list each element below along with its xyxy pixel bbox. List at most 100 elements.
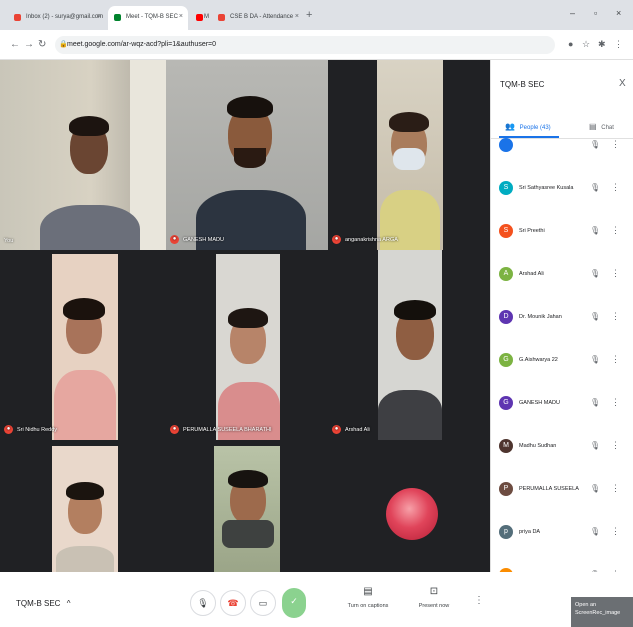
avatar: D [499, 310, 513, 324]
profile-icon[interactable]: ⋮ [614, 39, 623, 50]
more-options-icon[interactable]: ⋮ [611, 354, 620, 365]
participant-list-item[interactable]: p priya DA 🎙 ⋮ [491, 511, 633, 554]
extensions-icon[interactable]: ✱ [598, 39, 606, 50]
meeting-details-button[interactable]: TQM-B SEC ^ [16, 599, 70, 608]
close-tab-icon[interactable]: × [97, 13, 101, 20]
mic-off-icon[interactable]: 🎙 [590, 398, 600, 407]
participant-tile-8[interactable] [166, 440, 328, 572]
mic-off-icon: ● [4, 425, 13, 434]
participant-list-item[interactable]: P PERUMALLA SUSEELA 🎙 ⋮ [491, 468, 633, 511]
browser-tab-gmail[interactable]: Inbox (2) - surya@gmail.com × [8, 6, 106, 30]
docs-icon [218, 14, 225, 21]
mic-off-icon[interactable]: 🎙 [590, 570, 600, 572]
participant-name: priya DA [519, 529, 541, 535]
star-icon[interactable]: ☆ [582, 39, 590, 50]
avatar: M [499, 439, 513, 453]
participant-name-tag: You [4, 238, 14, 244]
participant-list-item[interactable]: S Sri Sathyasree Kusala 🎙 ⋮ [491, 167, 633, 210]
mic-off-icon[interactable]: 🎙 [590, 527, 600, 536]
participant-list-item[interactable]: G G.Aishwarya 22 🎙 ⋮ [491, 339, 633, 382]
close-panel-button[interactable]: X [619, 78, 626, 89]
browser-tab-meet[interactable]: Meet - TQM-B SEC × [108, 6, 188, 30]
raise-hand-button[interactable]: ✓ [282, 588, 306, 618]
leave-call-button[interactable]: ☎ [220, 590, 246, 616]
camera-icon[interactable]: ● [568, 39, 573, 49]
mic-off-icon: ● [332, 235, 341, 244]
close-tab-icon[interactable]: × [179, 13, 183, 20]
camera-button[interactable]: ▭ [250, 590, 276, 616]
gmail-icon [14, 14, 21, 21]
participant-name: Arshad Ali [519, 271, 544, 277]
microphone-button[interactable]: 🎙 [190, 590, 216, 616]
participant-tile-you[interactable]: You [0, 60, 166, 250]
participant-name: PERUMALLA SUSEELA [519, 486, 579, 492]
participant-tile-9[interactable] [328, 440, 490, 572]
meeting-code: TQM-B SEC [16, 599, 61, 608]
mic-off-icon[interactable]: 🎙 [590, 355, 600, 364]
avatar: a [499, 568, 513, 572]
more-options-icon[interactable]: ⋮ [611, 526, 620, 537]
back-button[interactable]: ← [10, 39, 20, 50]
more-options-icon[interactable]: ⋮ [611, 225, 620, 236]
more-options-button[interactable]: ⋮ [474, 595, 484, 606]
end-call-icon: ☎ [227, 598, 239, 608]
participant-list-item[interactable]: M Madhu Sudhan 🎙 ⋮ [491, 425, 633, 468]
participant-name-tag: ● Arshad Ali [332, 425, 370, 434]
participant-list-item[interactable]: 🎙 ⋮ [491, 124, 633, 167]
url-input[interactable]: 🔒 meet.google.com/ar-wqz-acd?pli=1&authu… [55, 36, 555, 54]
participant-name: GANESH MADU [519, 400, 560, 406]
more-options-icon[interactable]: ⋮ [611, 483, 620, 494]
minimize-button[interactable]: – [570, 8, 575, 18]
participant-list-item[interactable]: aanganakrishna ARGA🎙⋮ [491, 554, 633, 572]
participant-tile-anganakrishna[interactable]: ● anganakrishna ARGA [328, 60, 490, 250]
participant-tile-7[interactable] [0, 440, 166, 572]
mic-off-icon[interactable]: 🎙 [590, 484, 600, 493]
url-text: meet.google.com/ar-wqz-acd?pli=1&authuse… [67, 41, 217, 48]
new-tab-button[interactable]: + [306, 9, 312, 21]
participant-list-item[interactable]: A Arshad Ali 🎙 ⋮ [491, 253, 633, 296]
recording-overlay[interactable]: Open an ScreenRec_image [571, 597, 633, 627]
participant-tile-arshad[interactable]: ● Arshad Ali [328, 250, 490, 440]
participant-tile-ganesh[interactable]: ● GANESH MADU [166, 60, 328, 250]
participant-list-item[interactable]: G GANESH MADU 🎙 ⋮ [491, 382, 633, 425]
avatar: G [499, 353, 513, 367]
check-icon: ✓ [290, 596, 298, 606]
participant-list-item[interactable]: S Sri Preethi 🎙 ⋮ [491, 210, 633, 253]
tab-label: M [204, 14, 209, 20]
more-options-icon[interactable]: ⋮ [611, 440, 620, 451]
window-close-button[interactable]: × [616, 8, 621, 18]
tab-label: Inbox (2) - surya@gmail.com [26, 14, 104, 20]
browser-tab-docs[interactable]: CSE B DA - Attendance × [212, 6, 304, 30]
mic-off-icon[interactable]: 🎙 [590, 441, 600, 450]
mic-off-icon[interactable]: 🎙 [590, 140, 600, 149]
mic-off-icon[interactable]: 🎙 [590, 183, 600, 192]
participant-list-item[interactable]: D Dr. Mounik Jahan 🎙 ⋮ [491, 296, 633, 339]
forward-button[interactable]: → [24, 39, 34, 50]
more-options-icon[interactable]: ⋮ [611, 139, 620, 150]
mic-off-icon[interactable]: 🎙 [590, 226, 600, 235]
avatar: A [499, 267, 513, 281]
people-panel: TQM-B SEC X 👥 People (43) ▤ Chat 🎙 ⋮ S Sri … [490, 60, 633, 572]
reload-button[interactable]: ↻ [38, 39, 46, 50]
browser-tab-bar: Inbox (2) - surya@gmail.com × Meet - TQM… [0, 0, 633, 30]
mic-off-icon[interactable]: 🎙 [590, 312, 600, 321]
more-options-icon[interactable]: ⋮ [611, 397, 620, 408]
more-options-icon[interactable]: ⋮ [611, 182, 620, 193]
captions-button[interactable]: ▤ Turn on captions [344, 586, 392, 609]
mic-off-icon[interactable]: 🎙 [590, 269, 600, 278]
mic-off-icon: ● [332, 425, 341, 434]
present-now-button[interactable]: ⊡ Present now [410, 586, 458, 609]
more-options-icon[interactable]: ⋮ [611, 311, 620, 322]
captions-label: Turn on captions [347, 603, 389, 609]
avatar [499, 138, 513, 152]
avatar: G [499, 396, 513, 410]
close-tab-icon[interactable]: × [295, 13, 299, 20]
video-grid: You ● GANESH MADU ● anganakrishna ARGA ●… [0, 60, 490, 572]
more-options-icon[interactable]: ⋮ [611, 268, 620, 279]
participant-name-tag: ● anganakrishna ARGA [332, 235, 398, 244]
participant-tile-sri-nidhu[interactable]: ● Sri Nidhu Reddy [0, 250, 166, 440]
avatar: S [499, 181, 513, 195]
maximize-button[interactable]: ▫ [594, 8, 597, 18]
more-options-icon[interactable]: ⋮ [611, 569, 620, 572]
participant-tile-perumalla[interactable]: ● PERUMALLA SUSEELA BHARATHI [166, 250, 328, 440]
